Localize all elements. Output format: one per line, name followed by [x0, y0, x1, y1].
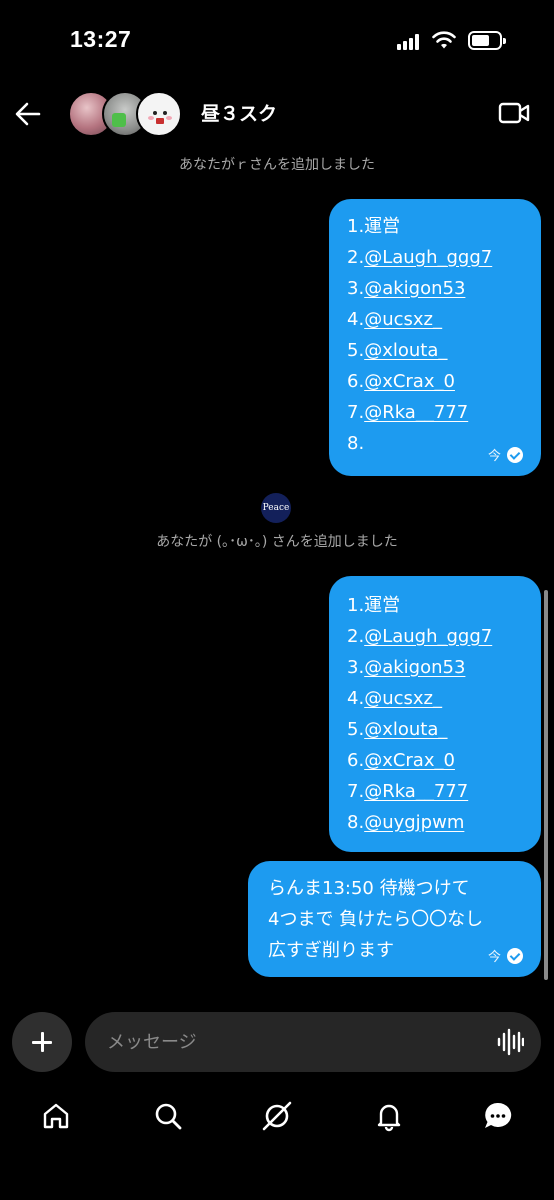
status-time: 13:27 — [70, 26, 132, 52]
message-line: 4.@ucsxz_ — [347, 309, 442, 330]
message-meta: 今 — [488, 445, 523, 464]
message-meta: 今 — [488, 946, 523, 965]
message-input[interactable] — [85, 1012, 541, 1072]
mention-link[interactable]: @akigon53 — [364, 657, 465, 678]
message-line: 8.@uygjpwm — [347, 812, 465, 833]
mention-link[interactable]: @Laugh_ggg7 — [364, 247, 492, 268]
home-icon[interactable] — [40, 1100, 72, 1132]
notifications-icon[interactable] — [373, 1100, 405, 1132]
system-message: あなたが (｡･ω･｡) さんを追加しました — [156, 534, 398, 550]
message-line: 3.@akigon53 — [347, 657, 466, 678]
message-bubble[interactable]: 1.運営 2.@Laugh_ggg7 3.@akigon53 4.@ucsxz_… — [329, 576, 541, 852]
mention-link[interactable]: @xCrax_0 — [364, 750, 455, 771]
message-line: 4つまで 負けたら〇〇なし — [268, 909, 484, 930]
message-line: 6.@xCrax_0 — [347, 371, 455, 392]
video-call-icon[interactable] — [498, 100, 530, 126]
mention-link[interactable]: @xlouta_ — [364, 340, 447, 361]
status-bar: 13:27 — [0, 0, 554, 84]
message-line: 6.@xCrax_0 — [347, 750, 455, 771]
mention-link[interactable]: @ucsxz_ — [364, 309, 442, 330]
voice-message-icon[interactable] — [496, 1028, 524, 1056]
mention-link[interactable]: @Laugh_ggg7 — [364, 626, 492, 647]
mention-link[interactable]: @akigon53 — [364, 278, 465, 299]
composer — [0, 1000, 554, 1084]
group-avatars[interactable] — [68, 91, 188, 137]
messages-icon[interactable] — [482, 1100, 514, 1132]
message-line: 3.@akigon53 — [347, 278, 466, 299]
message-line: 7.@Rka__777 — [347, 402, 469, 423]
message-line: らんま13:50 待機つけて — [268, 878, 470, 899]
read-check-icon — [507, 446, 523, 463]
message-line: 広すぎ削ります — [268, 940, 394, 961]
battery-icon — [468, 31, 506, 50]
back-arrow-icon[interactable] — [10, 96, 46, 132]
message-time: 今 — [487, 950, 501, 965]
chat-title[interactable]: 昼３スク — [201, 99, 277, 126]
message-bubble[interactable]: らんま13:50 待機つけて 4つまで 負けたら〇〇なし 広すぎ削ります 今 — [248, 861, 541, 977]
message-line: 2.@Laugh_ggg7 — [347, 247, 493, 268]
message-line: 4.@ucsxz_ — [347, 688, 442, 709]
grok-icon[interactable] — [261, 1100, 293, 1132]
message-line: 7.@Rka__777 — [347, 781, 469, 802]
mention-link[interactable]: @xCrax_0 — [364, 371, 455, 392]
scrollbar[interactable] — [544, 590, 548, 980]
mention-link[interactable]: @Rka__777 — [364, 402, 468, 423]
mention-link[interactable]: @uygjpwm — [364, 812, 464, 833]
added-user-avatar: Peace — [261, 493, 291, 523]
member-avatar-3 — [136, 91, 182, 137]
message-line: 1.運営 — [347, 216, 401, 237]
search-icon[interactable] — [152, 1100, 184, 1132]
read-check-icon — [507, 947, 523, 964]
message-line: 2.@Laugh_ggg7 — [347, 626, 493, 647]
cellular-signal-icon — [397, 34, 421, 50]
mention-link[interactable]: @Rka__777 — [364, 781, 468, 802]
add-attachment-button[interactable] — [12, 1012, 72, 1072]
system-message: あなたがｒさんを追加しました — [179, 157, 375, 173]
message-line: 5.@xlouta_ — [347, 719, 448, 740]
wifi-icon — [432, 31, 456, 49]
message-bubble[interactable]: 1.運営 2.@Laugh_ggg7 3.@akigon53 4.@ucsxz_… — [329, 199, 541, 476]
mention-link[interactable]: @ucsxz_ — [364, 688, 442, 709]
message-line: 1.運営 — [347, 595, 401, 616]
tab-bar — [0, 1084, 554, 1154]
message-time: 今 — [487, 449, 501, 464]
chat-header: 昼３スク — [0, 84, 554, 144]
mention-link[interactable]: @xlouta_ — [364, 719, 447, 740]
message-line: 5.@xlouta_ — [347, 340, 448, 361]
